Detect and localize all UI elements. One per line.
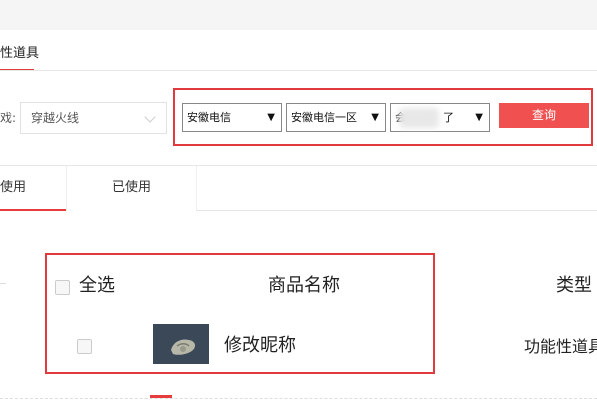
dropdown-arrow-icon: ▼ xyxy=(371,112,379,123)
column-header-name: 商品名称 xyxy=(268,275,340,296)
top-strip xyxy=(0,0,597,30)
chevron-down-icon xyxy=(144,111,156,123)
item-type: 功能性道具 xyxy=(524,337,597,356)
item-thumbnail xyxy=(153,324,209,364)
game-select[interactable]: 穿越火线 xyxy=(20,102,167,134)
dropdown-arrow-icon: ▼ xyxy=(475,112,483,123)
query-button[interactable]: 查询 xyxy=(499,103,589,128)
select-all-checkbox[interactable] xyxy=(55,280,70,295)
divider xyxy=(0,70,597,71)
select-all-label: 全选 xyxy=(79,275,115,296)
column-header-type: 类型 xyxy=(556,275,592,296)
divider xyxy=(197,210,597,211)
status-tabs: 使用 已使用 xyxy=(0,166,197,211)
divider xyxy=(0,283,6,284)
dropdown-arrow-icon: ▼ xyxy=(267,112,275,123)
tab-props[interactable]: 性道具 xyxy=(0,44,39,64)
tab-used[interactable]: 已使用 xyxy=(66,166,197,211)
telecom-select[interactable]: 安徽电信 ▼ xyxy=(182,103,282,132)
role-select[interactable]: 会 了 ▼ xyxy=(390,103,490,132)
server-select-value: 安徽电信一区 xyxy=(291,111,357,124)
game-select-value: 穿越火线 xyxy=(31,111,80,125)
row-checkbox[interactable] xyxy=(77,339,92,354)
server-select[interactable]: 安徽电信一区 ▼ xyxy=(286,103,386,132)
item-name: 修改昵称 xyxy=(224,335,296,356)
divider xyxy=(0,398,597,399)
tab-unused[interactable]: 使用 xyxy=(0,166,66,211)
blurred-role-name xyxy=(399,108,439,128)
role-suffix: 了 xyxy=(443,111,454,124)
accent-mark xyxy=(150,395,172,398)
telecom-select-value: 安徽电信 xyxy=(187,111,231,124)
game-label: 戏: xyxy=(0,111,17,125)
